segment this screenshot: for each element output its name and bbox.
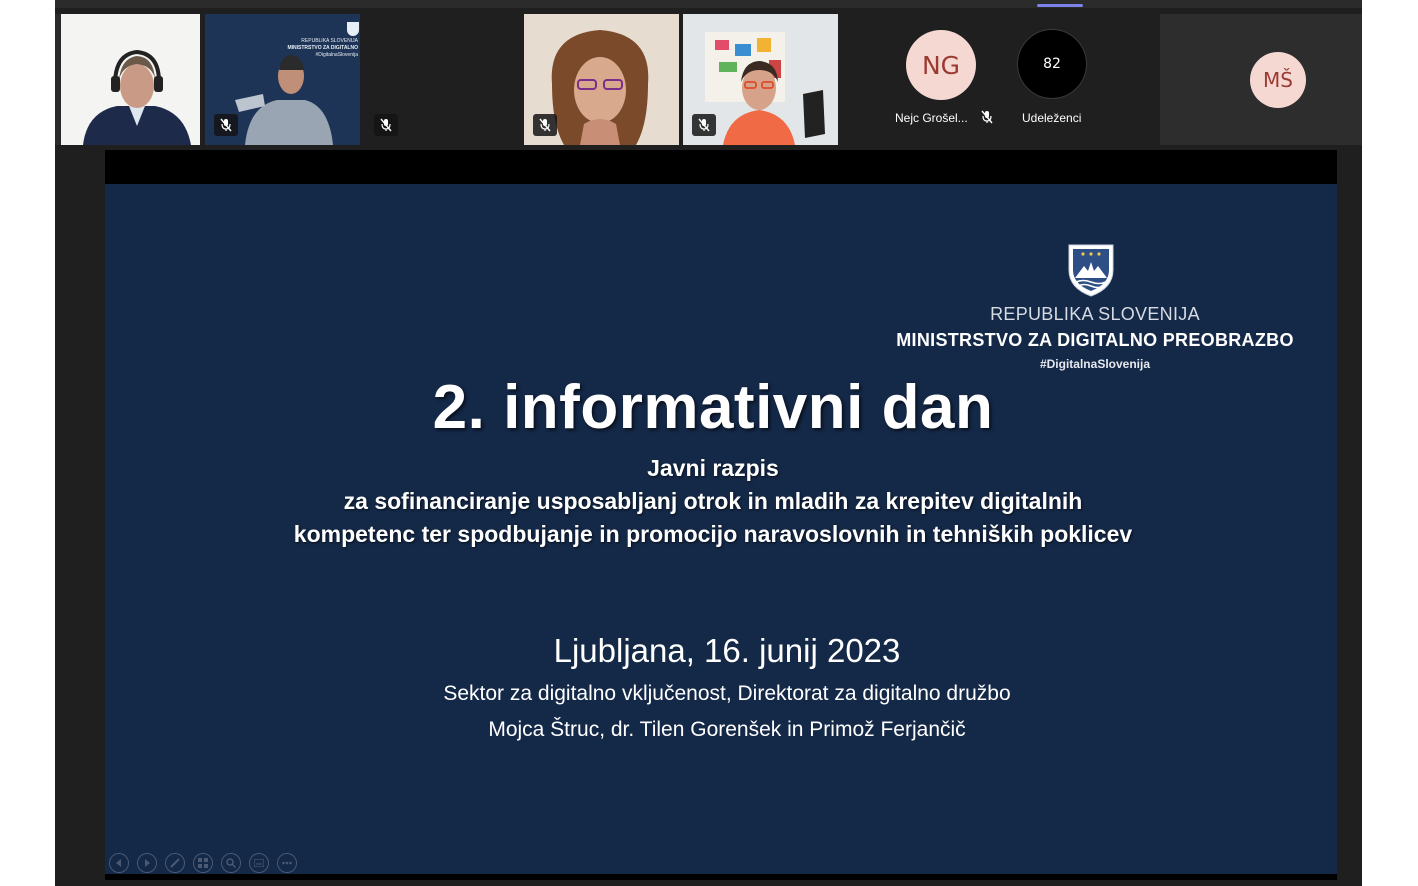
- avatar-ng[interactable]: NG: [906, 30, 976, 100]
- slide-subtitle-line: Javni razpis: [647, 455, 779, 481]
- tile-logo-line: MINISTRSTVO ZA DIGITALNO: [287, 45, 358, 51]
- participant-name-label: Nejc Grošel...: [895, 110, 993, 125]
- participant-name: Nejc Grošel...: [895, 111, 968, 125]
- mic-off-icon: [214, 114, 238, 136]
- active-tab-indicator: [1037, 4, 1083, 7]
- slide-top-bar: [105, 150, 1337, 184]
- tile-logo-line: #DigitalnaSlovenija: [315, 52, 358, 58]
- top-strip: [55, 0, 1362, 8]
- slide-bottom-bar: [105, 874, 1337, 880]
- mic-off-icon: [374, 114, 398, 136]
- coat-of-arms-icon: [1068, 244, 1114, 297]
- video-tile-participant-5[interactable]: [683, 14, 838, 145]
- slide-title: 2. informativni dan: [432, 373, 994, 442]
- teams-meeting-window: REPUBLIKA SLOVENIJA MINISTRSTVO ZA DIGIT…: [55, 0, 1362, 886]
- zoom-icon[interactable]: [221, 853, 241, 873]
- shared-presentation: REPUBLIKA SLOVENIJA MINISTRSTVO ZA DIGIT…: [105, 150, 1337, 880]
- avatar-initials: MŠ: [1263, 68, 1293, 92]
- slide-authors: Mojca Štruc, dr. Tilen Gorenšek in Primo…: [488, 718, 966, 741]
- more-icon[interactable]: [277, 853, 297, 873]
- avatar-initials: NG: [921, 50, 961, 80]
- participant-video: [55, 14, 200, 145]
- coat-of-arms-icon: [347, 22, 359, 36]
- participant-count: 82: [1043, 56, 1061, 72]
- slide-department: Sektor za digitalno vključenost, Direkto…: [443, 682, 1011, 705]
- pen-icon[interactable]: [165, 853, 185, 873]
- previous-slide-icon[interactable]: [109, 853, 129, 873]
- video-tile-participant-2[interactable]: REPUBLIKA SLOVENIJA MINISTRSTVO ZA DIGIT…: [205, 14, 360, 145]
- slide-date: Ljubljana, 16. junij 2023: [553, 632, 901, 669]
- participants-label: Udeleženci: [1022, 111, 1082, 125]
- logo-country: REPUBLIKA SLOVENIJA: [990, 304, 1200, 324]
- slide-subtitle-line: za sofinanciranje usposabljanj otrok in …: [343, 488, 1083, 514]
- video-tile-participant-4[interactable]: [524, 14, 679, 145]
- video-tile-participant-3[interactable]: [365, 14, 520, 145]
- logo-hashtag: #DigitalnaSlovenija: [1039, 357, 1151, 371]
- tile-logo-line: REPUBLIKA SLOVENIJA: [301, 38, 358, 44]
- mic-off-icon: [692, 114, 716, 136]
- logo-ministry: MINISTRSTVO ZA DIGITALNO PREOBRAZBO: [896, 330, 1294, 350]
- mic-off-icon: [981, 110, 993, 124]
- slide-subtitle-line: kompetenc ter spodbujanje in promocijo n…: [293, 521, 1133, 547]
- tile-logo: REPUBLIKA SLOVENIJA MINISTRSTVO ZA DIGIT…: [287, 38, 358, 59]
- participant-count-button[interactable]: 82: [1017, 29, 1087, 99]
- next-slide-icon[interactable]: [137, 853, 157, 873]
- slides-grid-icon[interactable]: [193, 853, 213, 873]
- slideshow-controls: [109, 853, 297, 873]
- video-tile-speaker[interactable]: [55, 14, 200, 145]
- mic-off-icon: [533, 114, 557, 136]
- avatar-ms[interactable]: MŠ: [1250, 52, 1306, 108]
- subtitles-icon[interactable]: [249, 853, 269, 873]
